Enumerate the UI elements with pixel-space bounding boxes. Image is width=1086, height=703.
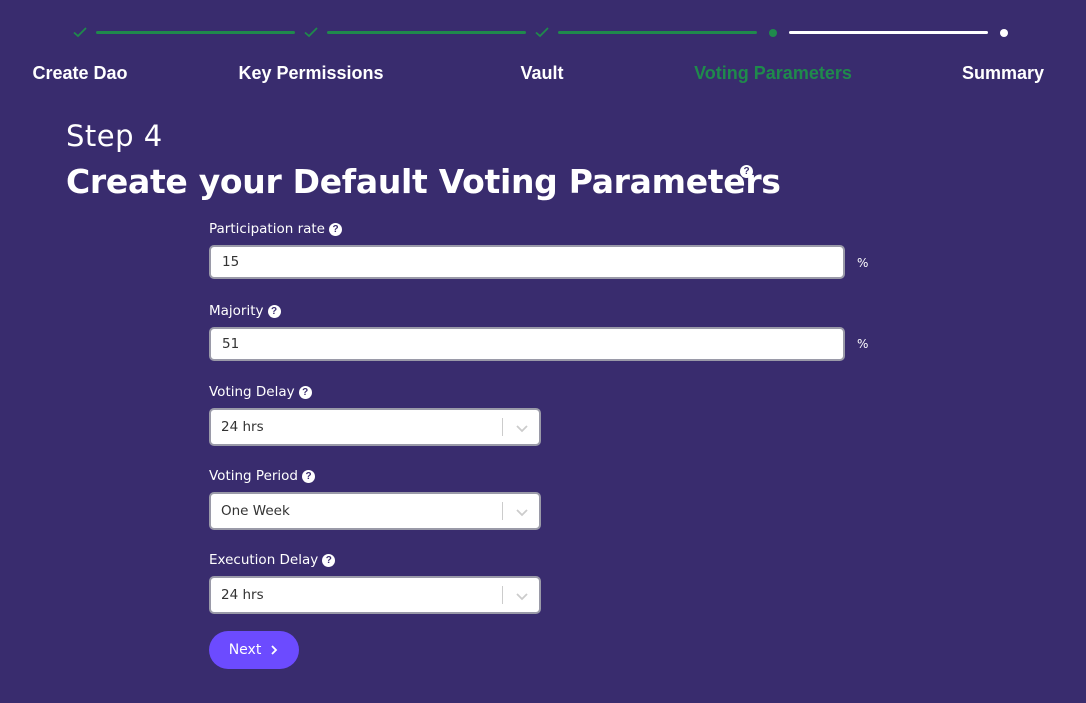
question-circle-icon[interactable]: ? [302,470,316,483]
question-circle-icon[interactable]: ? [267,305,281,318]
wizard-stepper: Create Dao Key Permissions Vault Voting … [0,0,1086,100]
select-separator [502,502,503,520]
question-circle-icon[interactable]: ? [322,554,336,567]
voting-period-label: Voting Period? [209,468,316,484]
majority-label: Majority? [209,303,281,319]
question-circle-icon[interactable]: ? [298,386,312,399]
step-voting-parameters[interactable]: Voting Parameters [694,63,852,84]
participation-rate-input[interactable] [209,245,845,279]
chevron-down-icon[interactable] [514,504,530,520]
active-step-dot [769,29,777,37]
voting-delay-label-text: Voting Delay [209,384,295,400]
percent-unit: % [857,337,869,351]
next-button-label: Next [228,642,262,658]
voting-delay-value: 24 hrs [221,419,264,435]
voting-delay-label: Voting Delay? [209,384,312,400]
voting-parameters-page: Create Dao Key Permissions Vault Voting … [0,0,1086,703]
page-title: Create your Default Voting Parameters [66,162,781,201]
next-button[interactable]: Next [209,631,299,669]
progress-segment-3 [558,31,757,34]
voting-delay-select[interactable]: 24 hrs [209,408,541,446]
step-vault[interactable]: Vault [520,63,563,84]
question-circle-icon[interactable]: ? [740,165,753,178]
progress-segment-1 [96,31,295,34]
check-icon [535,27,549,38]
step-number: Step 4 [66,119,163,153]
participation-rate-label-text: Participation rate [209,221,325,237]
progress-segment-4 [789,31,988,34]
voting-period-label-text: Voting Period [209,468,299,484]
select-separator [502,418,503,436]
step-key-permissions[interactable]: Key Permissions [238,63,383,84]
execution-delay-label-text: Execution Delay [209,552,319,568]
majority-label-text: Majority [209,303,264,319]
question-circle-icon[interactable]: ? [329,223,342,236]
chevron-down-icon[interactable] [514,588,530,604]
progress-segment-2 [327,31,526,34]
pending-step-dot [1000,29,1008,37]
chevron-right-icon [271,645,278,655]
voting-period-select[interactable]: One Week [209,492,541,530]
execution-delay-select[interactable]: 24 hrs [209,576,541,614]
step-create-dao[interactable]: Create Dao [32,63,127,84]
participation-rate-label: Participation rate? [209,221,342,237]
chevron-down-icon[interactable] [514,420,530,436]
step-summary[interactable]: Summary [962,63,1044,84]
select-separator [502,586,503,604]
majority-input[interactable] [209,327,845,361]
check-icon [73,27,87,38]
percent-unit: % [857,256,869,270]
execution-delay-value: 24 hrs [221,587,264,603]
voting-period-value: One Week [221,503,290,519]
execution-delay-label: Execution Delay? [209,552,336,568]
check-icon [304,27,318,38]
